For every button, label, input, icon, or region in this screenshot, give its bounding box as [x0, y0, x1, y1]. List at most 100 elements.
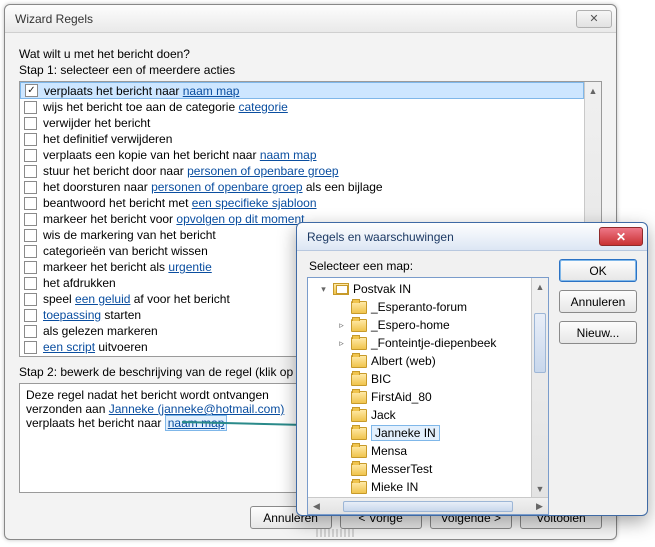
action-checkbox[interactable]	[24, 165, 37, 178]
action-row[interactable]: stuur het bericht door naar personen of …	[20, 163, 584, 179]
desc-folder-link[interactable]: naam map	[165, 415, 228, 431]
action-label: stuur het bericht door naar personen of …	[43, 163, 339, 179]
folder-icon	[351, 319, 367, 332]
action-link[interactable]: opvolgen op dit moment	[176, 212, 304, 226]
action-link[interactable]: een script	[43, 340, 95, 354]
action-checkbox[interactable]	[24, 261, 37, 274]
tree-item-label: _Espero-home	[371, 318, 450, 332]
scroll-thumb[interactable]	[534, 313, 546, 373]
action-row[interactable]: verwijder het bericht	[20, 115, 584, 131]
tree-item[interactable]: Mensa	[308, 442, 531, 460]
tree-item-label: BIC	[371, 372, 391, 386]
action-link[interactable]: personen of openbare groep	[151, 180, 302, 194]
action-label: categorieën van bericht wissen	[43, 243, 208, 259]
action-label: het afdrukken	[43, 275, 116, 291]
action-checkbox[interactable]	[25, 84, 38, 97]
action-label: verplaats een kopie van het bericht naar…	[43, 147, 317, 163]
tree-expand-icon[interactable]: ▹	[336, 320, 347, 331]
close-icon[interactable]: ✕	[576, 10, 612, 28]
scroll-left-icon[interactable]: ◀	[308, 498, 325, 515]
folder-icon	[351, 301, 367, 314]
action-checkbox[interactable]	[24, 117, 37, 130]
action-checkbox[interactable]	[24, 149, 37, 162]
action-link[interactable]: toepassing	[43, 308, 101, 322]
scroll-thumb[interactable]	[343, 501, 513, 512]
folder-icon	[351, 373, 367, 386]
action-link[interactable]: naam map	[260, 148, 317, 162]
action-link[interactable]: urgentie	[168, 260, 211, 274]
tree-item[interactable]: MesserTest	[308, 460, 531, 478]
tree-item-label: Postvak IN	[353, 282, 411, 296]
tree-expand-icon[interactable]: ▾	[318, 284, 329, 295]
close-icon[interactable]: ✕	[599, 227, 643, 246]
action-row[interactable]: verplaats een kopie van het bericht naar…	[20, 147, 584, 163]
action-label: een script uitvoeren	[43, 339, 148, 355]
action-row[interactable]: verplaats het bericht naar naam map	[20, 82, 584, 99]
tree-item[interactable]: Albert (web)	[308, 352, 531, 370]
ok-button[interactable]: OK	[559, 259, 637, 282]
action-link[interactable]: een geluid	[75, 292, 130, 306]
action-row[interactable]: beantwoord het bericht met een specifiek…	[20, 195, 584, 211]
action-label: het verwerken van regels beëindigen	[43, 355, 239, 356]
action-link[interactable]: naam map	[183, 84, 240, 98]
tree-item[interactable]: _Esperanto-forum	[308, 298, 531, 316]
tree-item[interactable]: ▹ _Espero-home	[308, 316, 531, 334]
action-link[interactable]: categorie	[238, 100, 287, 114]
folder-icon	[351, 337, 367, 350]
action-checkbox[interactable]	[24, 101, 37, 114]
action-checkbox[interactable]	[24, 341, 37, 354]
wizard-titlebar: Wizard Regels ✕	[5, 5, 616, 33]
folder-picker-dialog: Regels en waarschuwingen ✕ Selecteer een…	[296, 222, 648, 516]
action-checkbox[interactable]	[24, 181, 37, 194]
wizard-question: Wat wilt u met het bericht doen?	[19, 47, 602, 61]
action-link[interactable]: personen of openbare groep	[187, 164, 338, 178]
tree-item[interactable]: Mieke IN	[308, 478, 531, 496]
action-label: speel een geluid af voor het bericht	[43, 291, 230, 307]
tree-item[interactable]: Jack	[308, 406, 531, 424]
scroll-right-icon[interactable]: ▶	[531, 498, 548, 515]
folder-icon	[351, 445, 367, 458]
action-row[interactable]: wijs het bericht toe aan de categorie ca…	[20, 99, 584, 115]
desc-recipient-link[interactable]: Janneke (janneke@hotmail.com)	[109, 402, 285, 416]
action-checkbox[interactable]	[24, 245, 37, 258]
new-button[interactable]: Nieuw...	[559, 321, 637, 344]
action-checkbox[interactable]	[24, 277, 37, 290]
action-label: als gelezen markeren	[43, 323, 158, 339]
scroll-up-icon[interactable]: ▲	[585, 82, 601, 99]
action-label: toepassing starten	[43, 307, 141, 323]
tree-item[interactable]: Janneke IN	[308, 424, 531, 442]
picker-prompt: Selecteer een map:	[309, 259, 549, 273]
tree-hscrollbar[interactable]: ◀ ▶	[308, 497, 548, 514]
action-checkbox[interactable]	[24, 213, 37, 226]
scroll-up-icon[interactable]: ▲	[532, 278, 548, 295]
tree-expand-icon[interactable]: ▹	[336, 338, 347, 349]
cancel-button[interactable]: Annuleren	[559, 290, 637, 313]
tree-item-label: Albert (web)	[371, 354, 436, 368]
tree-item-label: _Fonteintje-diepenbeek	[371, 336, 496, 350]
action-label: beantwoord het bericht met een specifiek…	[43, 195, 317, 211]
wizard-title: Wizard Regels	[15, 12, 93, 26]
tree-item-label: _Esperanto-forum	[371, 300, 467, 314]
tree-item[interactable]: ▾ Postvak IN	[308, 280, 531, 298]
action-link[interactable]: een specifieke sjabloon	[192, 196, 317, 210]
folder-icon	[351, 463, 367, 476]
resize-grip-icon	[316, 529, 356, 537]
action-label: verwijder het bericht	[43, 115, 150, 131]
tree-vscrollbar[interactable]: ▲ ▼	[531, 278, 548, 497]
action-row[interactable]: het definitief verwijderen	[20, 131, 584, 147]
action-checkbox[interactable]	[24, 325, 37, 338]
action-row[interactable]: het doorsturen naar personen of openbare…	[20, 179, 584, 195]
action-label: het definitief verwijderen	[43, 131, 172, 147]
tree-item[interactable]: ▹ _Fonteintje-diepenbeek	[308, 334, 531, 352]
folder-icon	[351, 427, 367, 440]
tree-item-label: MesserTest	[371, 462, 432, 476]
action-checkbox[interactable]	[24, 293, 37, 306]
action-checkbox[interactable]	[24, 133, 37, 146]
action-checkbox[interactable]	[24, 197, 37, 210]
tree-item[interactable]: FirstAid_80	[308, 388, 531, 406]
action-checkbox[interactable]	[24, 229, 37, 242]
action-checkbox[interactable]	[24, 309, 37, 322]
action-label: markeer het bericht voor opvolgen op dit…	[43, 211, 304, 227]
tree-item[interactable]: BIC	[308, 370, 531, 388]
scroll-down-icon[interactable]: ▼	[532, 480, 548, 497]
